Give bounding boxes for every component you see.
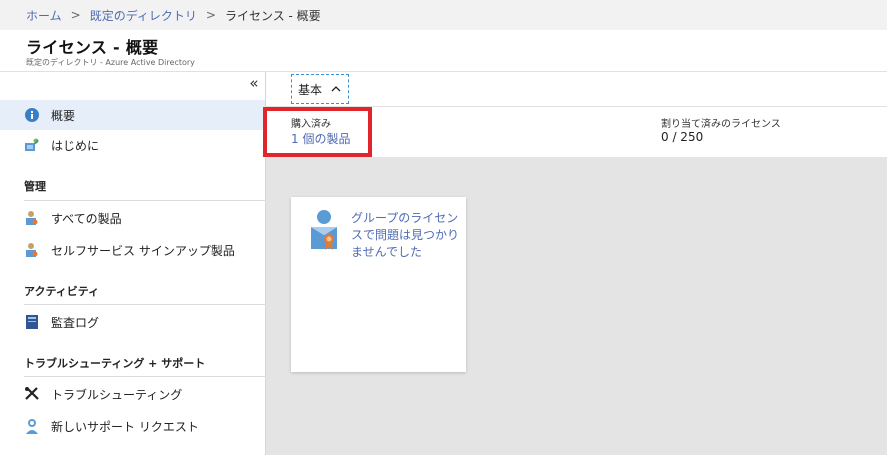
section-header-manage: 管理: [24, 180, 46, 193]
audit-log-book-icon: [24, 314, 40, 330]
info-icon: [24, 107, 40, 123]
sidebar-item-label: はじめに: [51, 138, 100, 153]
license-certificate-icon: [311, 210, 337, 250]
essentials-toggle-label: 基本: [298, 82, 323, 97]
essentials-toggle-button[interactable]: 基本: [291, 74, 350, 104]
sidebar-item-overview[interactable]: 概要: [0, 100, 265, 130]
product-user-icon: [24, 210, 40, 226]
dashboard-canvas: グループのライセンスで問題は見つかりませんでした: [266, 157, 887, 455]
wrench-screwdriver-icon: [24, 386, 40, 402]
breadcrumb: ホーム > 既定のディレクトリ > ライセンス - 概要: [0, 0, 887, 30]
section-header-troubleshoot-support: トラブルシューティング + サポート: [24, 357, 206, 370]
sidebar-item-troubleshooting[interactable]: トラブルシューティング: [0, 379, 265, 409]
sidebar-item-audit-logs[interactable]: 監査ログ: [0, 307, 265, 337]
assigned-licenses-label: 割り当て済みのライセンス: [661, 119, 781, 130]
chevron-up-icon: [331, 86, 341, 92]
sidebar-item-all-products[interactable]: すべての製品: [0, 203, 265, 233]
section-divider: [24, 376, 269, 377]
essentials-summary: 購入済み 1 個の製品 割り当て済みのライセンス 0 / 250: [263, 107, 887, 157]
sidebar-item-label: 概要: [51, 108, 76, 123]
breadcrumb-current: ライセンス - 概要: [224, 8, 321, 23]
product-user-icon: [24, 242, 40, 258]
quickstart-icon: [24, 137, 40, 153]
collapse-sidebar-button[interactable]: «: [246, 76, 262, 92]
main-content: 基本 購入済み 1 個の製品 割り当て済みのライセンス 0 / 250 グループ…: [263, 72, 887, 455]
assigned-licenses-value: 0 / 250: [661, 130, 704, 144]
sidebar-item-label: 新しいサポート リクエスト: [51, 419, 199, 434]
sidebar-item-self-service-products[interactable]: セルフサービス サインアップ製品: [0, 235, 265, 265]
sidebar-item-new-support-request[interactable]: 新しいサポート リクエスト: [0, 411, 265, 441]
sidebar-item-label: すべての製品: [51, 211, 122, 226]
breadcrumb-home-link[interactable]: ホーム: [26, 7, 62, 24]
sidebar-item-getting-started[interactable]: はじめに: [0, 130, 265, 160]
sidebar-item-label: セルフサービス サインアップ製品: [51, 243, 235, 258]
section-divider: [24, 200, 269, 201]
breadcrumb-directory-link[interactable]: 既定のディレクトリ: [90, 7, 197, 24]
sidebar: « 概要 はじめに 管理 すべての製品 セルフサービス サインアップ製品 アクテ…: [0, 72, 269, 455]
support-person-icon: [24, 418, 40, 434]
no-issues-message[interactable]: グループのライセンスで問題は見つかりませんでした: [351, 210, 459, 261]
section-header-activity: アクティビティ: [24, 285, 100, 298]
sidebar-item-label: 監査ログ: [51, 315, 100, 330]
section-divider: [24, 304, 269, 305]
highlight-annotation-box: [263, 107, 372, 157]
sidebar-item-label: トラブルシューティング: [51, 387, 183, 402]
breadcrumb-separator: >: [70, 8, 81, 22]
group-license-status-tile[interactable]: グループのライセンスで問題は見つかりませんでした: [291, 197, 466, 372]
essentials-bar: 基本: [266, 72, 887, 107]
blade-header: ライセンス - 概要 既定のディレクトリ - Azure Active Dire…: [0, 30, 887, 72]
page-subtitle: 既定のディレクトリ - Azure Active Directory: [26, 58, 195, 67]
breadcrumb-separator: >: [205, 8, 216, 22]
page-title: ライセンス - 概要: [26, 38, 159, 57]
